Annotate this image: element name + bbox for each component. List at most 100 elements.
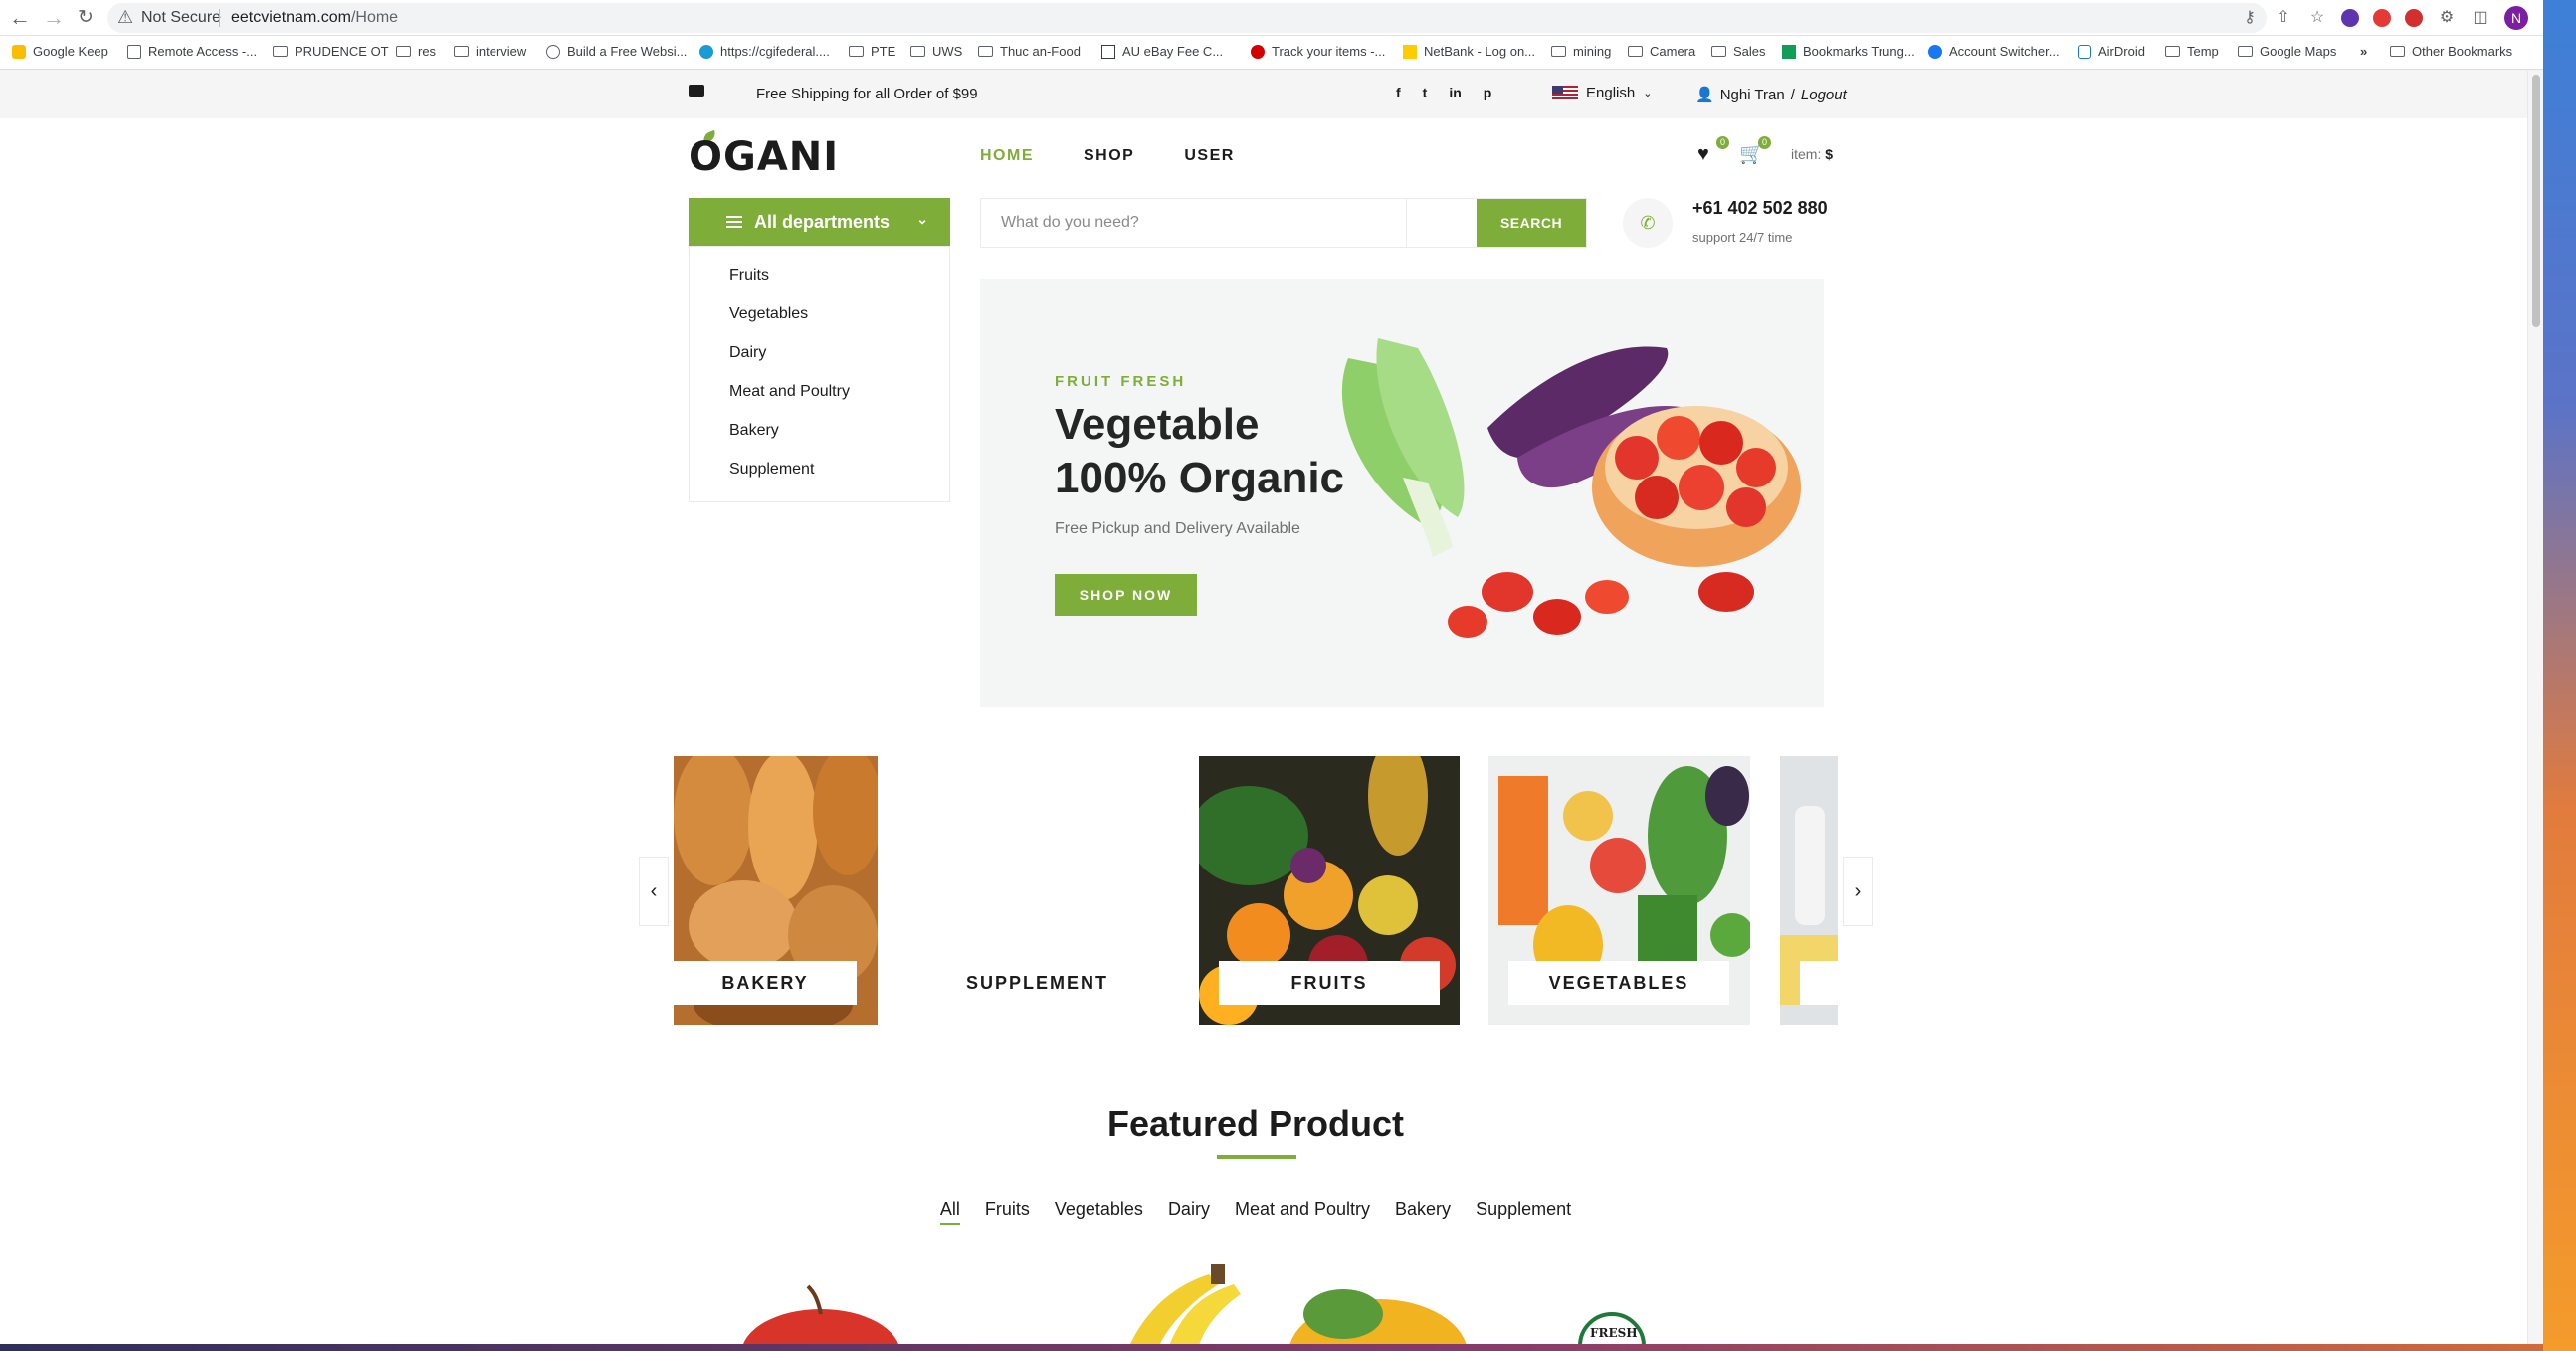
globe-icon <box>546 44 560 59</box>
bookmark-item[interactable]: PTE <box>849 44 895 59</box>
filter-supplement[interactable]: Supplement <box>1476 1199 1571 1225</box>
search-button[interactable]: SEARCH <box>1477 199 1586 247</box>
bookmark-item[interactable]: Track your items -... <box>1251 44 1385 59</box>
product-mango-image[interactable] <box>1284 1274 1483 1346</box>
bookmark-item[interactable]: Other Bookmarks <box>2390 44 2512 59</box>
bookmark-label: NetBank - Log on... <box>1424 44 1536 59</box>
all-departments-button[interactable]: All departments ⌄ <box>689 198 950 246</box>
url-text: eetcvietnam.com/Home <box>231 9 398 27</box>
share-icon[interactable]: ⇧ <box>2274 8 2293 28</box>
profile-avatar[interactable]: N <box>2504 6 2528 30</box>
extension-icon[interactable] <box>2341 9 2359 27</box>
category-card-fruits[interactable]: FRUITS <box>1199 756 1460 1025</box>
product-banana-image[interactable] <box>1119 1264 1259 1346</box>
site-logo[interactable]: OGANI <box>689 134 839 180</box>
cart-total-label: item: <box>1791 146 1822 162</box>
carousel-next-button[interactable]: › <box>1843 857 1873 926</box>
department-item-meat-poultry[interactable]: Meat and Poultry <box>729 383 850 401</box>
bookmark-item[interactable]: Google Maps <box>2238 44 2336 59</box>
linkedin-icon[interactable]: in <box>1449 85 1461 100</box>
bookmarks-overflow-button[interactable]: » <box>2360 44 2367 59</box>
bookmark-item[interactable]: Thuc an-Food <box>978 44 1081 59</box>
shop-now-button[interactable]: SHOP NOW <box>1055 574 1197 616</box>
bookmarks-bar: Google Keep Remote Access -... PRUDENCE … <box>0 36 2576 70</box>
hero-subtitle: Free Pickup and Delivery Available <box>1055 520 1300 537</box>
bookmark-item[interactable]: Remote Access -... <box>127 44 257 59</box>
bookmark-item[interactable]: Build a Free Websi... <box>546 44 687 59</box>
filter-fruits[interactable]: Fruits <box>985 1199 1030 1225</box>
filter-dairy[interactable]: Dairy <box>1168 1199 1210 1225</box>
cloud-icon <box>699 44 713 59</box>
sidebar-icon[interactable]: ◫ <box>2471 8 2490 28</box>
calculator-icon <box>1101 44 1115 59</box>
language-selector[interactable]: English ⌄ <box>1552 85 1652 101</box>
filter-all[interactable]: All <box>939 1199 960 1225</box>
bookmark-item[interactable]: https://cgifederal.... <box>699 44 830 59</box>
user-name[interactable]: Nghi Tran <box>1720 87 1785 103</box>
key-icon[interactable]: ⚷ <box>2240 8 2260 28</box>
department-item-supplement[interactable]: Supplement <box>729 461 814 479</box>
reload-icon[interactable]: ↻ <box>74 6 98 30</box>
address-divider <box>219 9 220 27</box>
department-item-dairy[interactable]: Dairy <box>729 344 766 362</box>
bookmark-item[interactable]: NetBank - Log on... <box>1403 44 1535 59</box>
shipping-notice: Free Shipping for all Order of $99 <box>756 86 978 102</box>
filter-bakery[interactable]: Bakery <box>1395 1199 1451 1225</box>
star-icon[interactable]: ☆ <box>2307 8 2327 28</box>
back-icon[interactable]: ← <box>8 6 32 30</box>
bookmark-item[interactable]: PRUDENCE OT <box>273 44 389 59</box>
bookmark-label: Sales <box>1733 44 1766 59</box>
user-icon: 👤 <box>1695 87 1714 103</box>
cart-icon[interactable]: 🛒 0 <box>1739 136 1771 166</box>
wishlist-icon[interactable]: ♥ 0 <box>1697 136 1729 166</box>
nav-shop[interactable]: SHOP <box>1084 147 1134 165</box>
category-label: SUPPLEMENT <box>940 961 1134 1005</box>
scrollbar-thumb[interactable] <box>2532 75 2540 327</box>
forward-icon[interactable]: → <box>42 6 66 30</box>
facebook-icon[interactable]: f <box>1396 85 1401 100</box>
product-apple-image[interactable] <box>736 1284 905 1346</box>
filter-meat-poultry[interactable]: Meat and Poultry <box>1235 1199 1370 1225</box>
bookmark-item[interactable]: UWS <box>910 44 962 59</box>
bookmark-item[interactable]: Temp <box>2165 44 2219 59</box>
logout-link[interactable]: Logout <box>1801 87 1847 103</box>
carousel-prev-button[interactable]: ‹ <box>639 857 669 926</box>
bookmark-item[interactable]: AirDroid <box>2078 44 2145 59</box>
twitter-icon[interactable]: t <box>1423 85 1428 100</box>
category-card-vegetables[interactable]: VEGETABLES <box>1488 756 1750 1025</box>
extension-icon[interactable] <box>2373 9 2391 27</box>
vertical-scrollbar[interactable] <box>2527 71 2543 1346</box>
hero-kicker: FRUIT FRESH <box>1055 373 1187 390</box>
search-input[interactable] <box>981 199 1407 247</box>
bookmark-item[interactable]: Sales <box>1711 44 1766 59</box>
filter-vegetables[interactable]: Vegetables <box>1055 1199 1143 1225</box>
department-item-fruits[interactable]: Fruits <box>729 267 769 285</box>
bookmark-item[interactable]: Google Keep <box>12 44 108 59</box>
folder-icon <box>2238 46 2253 57</box>
bookmark-item[interactable]: mining <box>1551 44 1611 59</box>
folder-icon <box>1711 46 1726 57</box>
extension-icon[interactable] <box>2405 9 2423 27</box>
bookmark-item[interactable]: Camera <box>1628 44 1695 59</box>
cart-count: 0 <box>1758 136 1771 149</box>
bookmark-item[interactable]: Account Switcher... <box>1928 44 2060 59</box>
category-card-dairy[interactable] <box>1780 756 1838 1025</box>
department-item-bakery[interactable]: Bakery <box>729 422 779 440</box>
bookmark-label: Build a Free Websi... <box>567 44 688 59</box>
category-card-supplement[interactable]: SUPPLEMENT <box>940 756 1134 1025</box>
bookmark-item[interactable]: Bookmarks Trung... <box>1782 44 1915 59</box>
bookmark-item[interactable]: interview <box>454 44 526 59</box>
bookmark-label: mining <box>1573 44 1612 59</box>
bookmark-item[interactable]: AU eBay Fee C... <box>1101 44 1223 59</box>
url-host: eetcvietnam.com <box>231 9 351 26</box>
bookmark-item[interactable]: res <box>396 44 436 59</box>
puzzle-icon[interactable]: ⚙ <box>2437 8 2457 28</box>
department-item-vegetables[interactable]: Vegetables <box>729 305 808 323</box>
address-bar[interactable]: ⚠ Not Secure eetcvietnam.com/Home <box>107 3 2267 33</box>
bookmark-label: Google Keep <box>33 44 108 59</box>
pinterest-icon[interactable]: p <box>1484 85 1492 100</box>
nav-user[interactable]: USER <box>1184 147 1234 165</box>
nav-home[interactable]: HOME <box>980 147 1034 165</box>
security-label: Not Secure <box>141 9 222 26</box>
category-card-bakery[interactable]: BAKERY <box>674 756 878 1025</box>
